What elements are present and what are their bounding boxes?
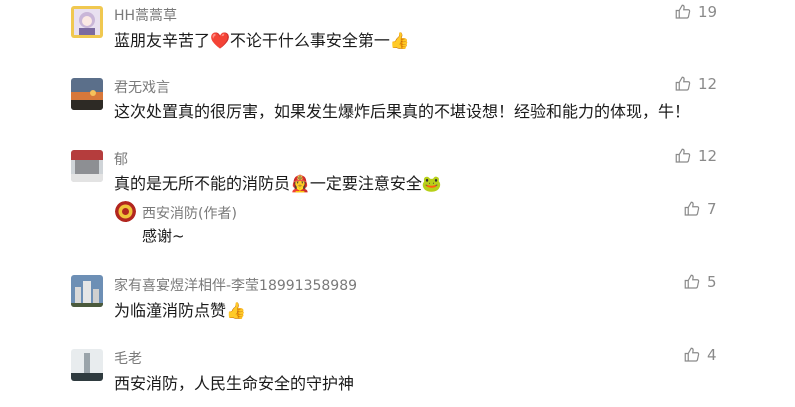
avatar[interactable] xyxy=(71,275,103,307)
avatar[interactable] xyxy=(71,150,103,182)
reply-text: 感谢~ xyxy=(142,227,185,245)
thumbs-up-icon xyxy=(684,347,700,362)
comment-username[interactable]: HH蒿蒿草 xyxy=(114,5,177,25)
thumbs-up-icon xyxy=(684,201,700,216)
avatar[interactable] xyxy=(71,78,103,110)
comment-username[interactable]: 毛老 xyxy=(114,348,142,368)
comment-text: 为临潼消防点赞👍 xyxy=(114,301,246,320)
comment-text: 这次处置真的很厉害，如果发生爆炸后果真的不堪设想！经验和能力的体现，牛！ xyxy=(114,102,691,121)
like-button[interactable]: 19 xyxy=(674,3,717,21)
like-count: 4 xyxy=(707,346,717,364)
like-count: 12 xyxy=(698,75,718,93)
author-avatar[interactable] xyxy=(115,201,136,222)
thumbs-up-icon xyxy=(675,148,691,163)
avatar[interactable] xyxy=(71,6,103,38)
comment-username[interactable]: 郁 xyxy=(114,149,128,169)
comment-username[interactable]: 家有喜宴煜洋相伴-李莹18991358989 xyxy=(114,275,357,295)
like-count: 12 xyxy=(698,147,718,165)
avatar[interactable] xyxy=(71,349,103,381)
like-button[interactable]: 5 xyxy=(683,273,717,291)
like-button[interactable]: 4 xyxy=(683,346,717,364)
like-count: 19 xyxy=(698,3,718,21)
like-count: 7 xyxy=(707,200,717,218)
comment-text: 西安消防，人民生命安全的守护神 xyxy=(114,374,355,393)
comment-username[interactable]: 君无戏言 xyxy=(114,77,170,97)
like-count: 5 xyxy=(707,273,717,291)
thumbs-up-icon xyxy=(684,274,700,289)
reply-username[interactable]: 西安消防(作者) xyxy=(142,203,237,223)
comment-text: 蓝朋友辛苦了❤️不论干什么事安全第一👍 xyxy=(114,31,410,50)
thumbs-up-icon xyxy=(675,76,691,91)
like-button[interactable]: 12 xyxy=(674,75,717,93)
reply-like-button[interactable]: 7 xyxy=(683,200,717,218)
thumbs-up-icon xyxy=(675,4,691,19)
comment-text: 真的是无所不能的消防员👩‍🚒一定要注意安全🐸 xyxy=(114,174,442,193)
like-button[interactable]: 12 xyxy=(674,147,717,165)
